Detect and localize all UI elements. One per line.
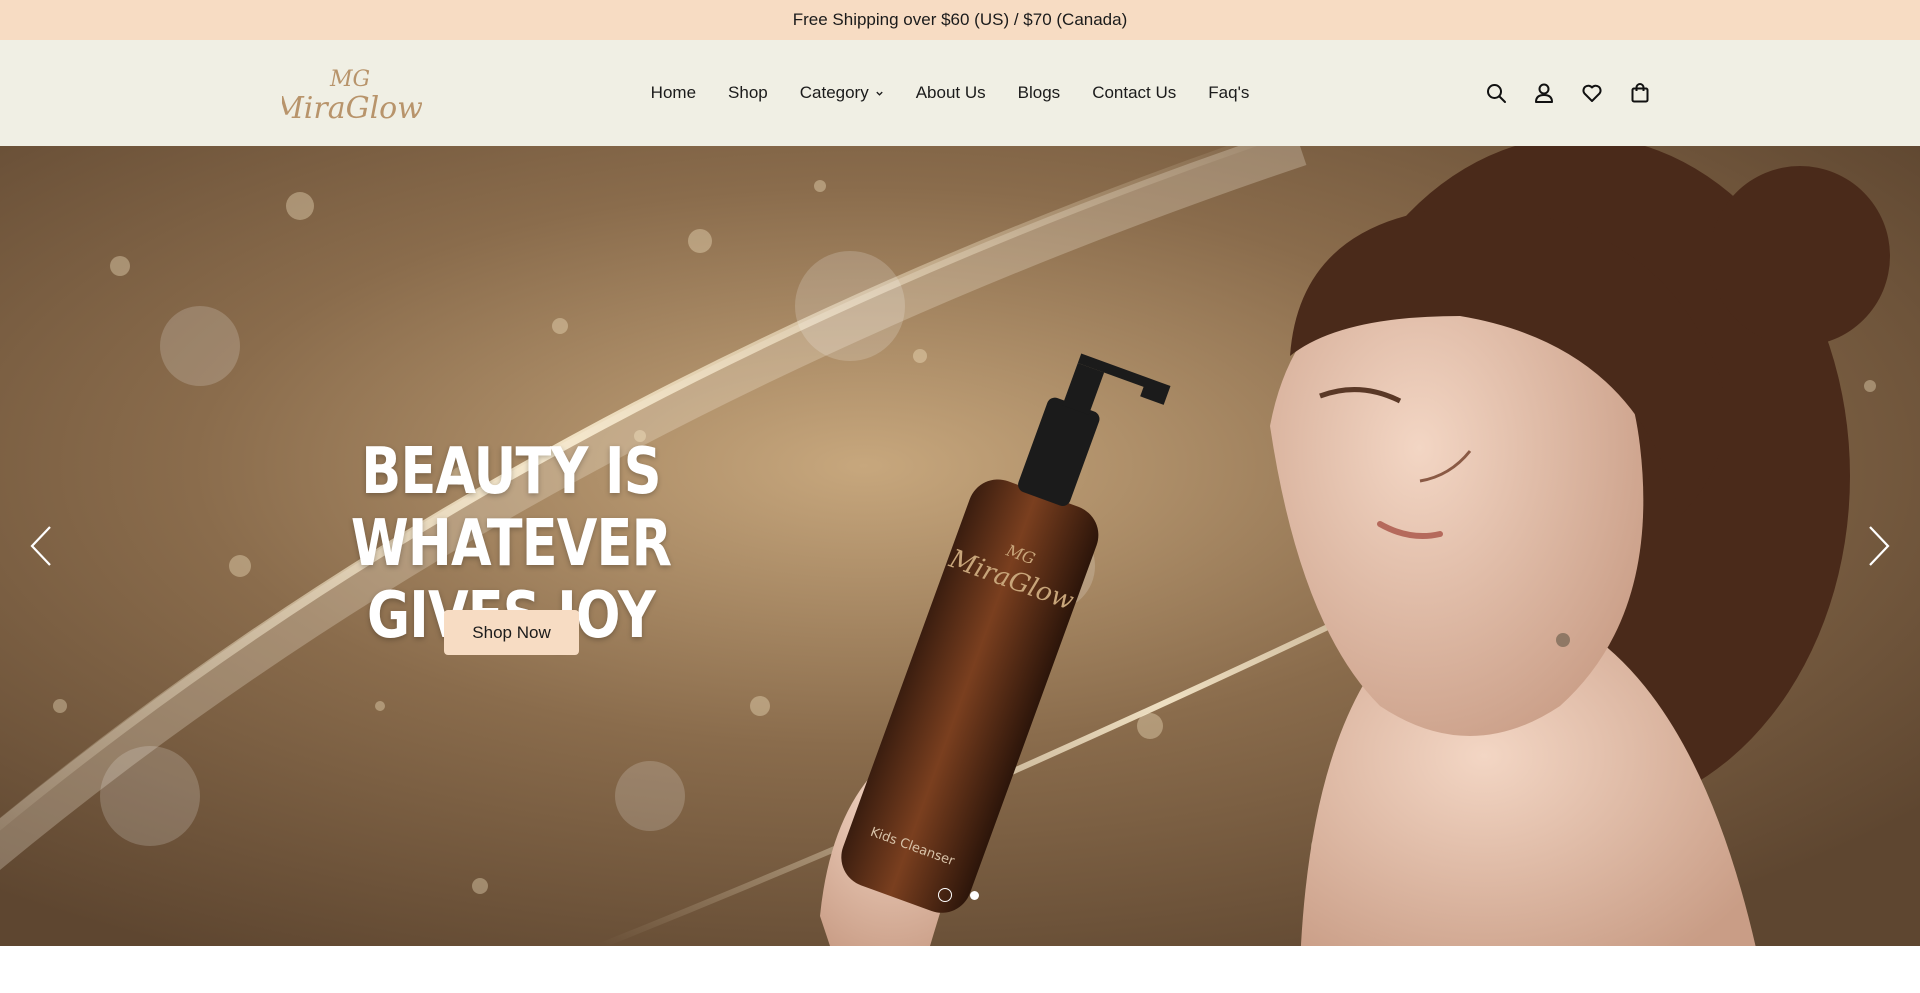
hero-title-line-1: BEAUTY IS WHATEVER xyxy=(350,435,672,581)
carousel-next-arrow-icon[interactable] xyxy=(1866,524,1892,568)
site-header: MG MiraGlow Home Shop Category About Us … xyxy=(0,40,1920,146)
announcement-text: Free Shipping over $60 (US) / $70 (Canad… xyxy=(792,10,1128,29)
cart-icon[interactable] xyxy=(1628,81,1652,105)
nav-about[interactable]: About Us xyxy=(916,83,986,103)
nav-category[interactable]: Category xyxy=(800,83,884,103)
search-icon[interactable] xyxy=(1484,81,1508,105)
nav-blogs[interactable]: Blogs xyxy=(1018,83,1061,103)
header-actions xyxy=(1484,40,1652,146)
below-hero-section xyxy=(0,946,1920,993)
chevron-down-icon xyxy=(876,91,883,96)
wishlist-icon[interactable] xyxy=(1580,81,1604,105)
carousel-prev-arrow-icon[interactable] xyxy=(28,524,54,568)
carousel-dot-2[interactable] xyxy=(970,890,979,900)
carousel-dot-1[interactable] xyxy=(938,888,952,902)
announcement-bar: Free Shipping over $60 (US) / $70 (Canad… xyxy=(0,0,1920,40)
hero-banner: MG MiraGlow Kids Cleanser BEAUTY IS WHAT… xyxy=(0,146,1920,946)
carousel-dots xyxy=(938,888,981,902)
nav-faq[interactable]: Faq's xyxy=(1208,83,1249,103)
shop-now-button[interactable]: Shop Now xyxy=(444,610,579,655)
account-icon[interactable] xyxy=(1532,81,1556,105)
nav-contact[interactable]: Contact Us xyxy=(1092,83,1176,103)
nav-home[interactable]: Home xyxy=(651,83,696,103)
nav-shop[interactable]: Shop xyxy=(728,83,768,103)
